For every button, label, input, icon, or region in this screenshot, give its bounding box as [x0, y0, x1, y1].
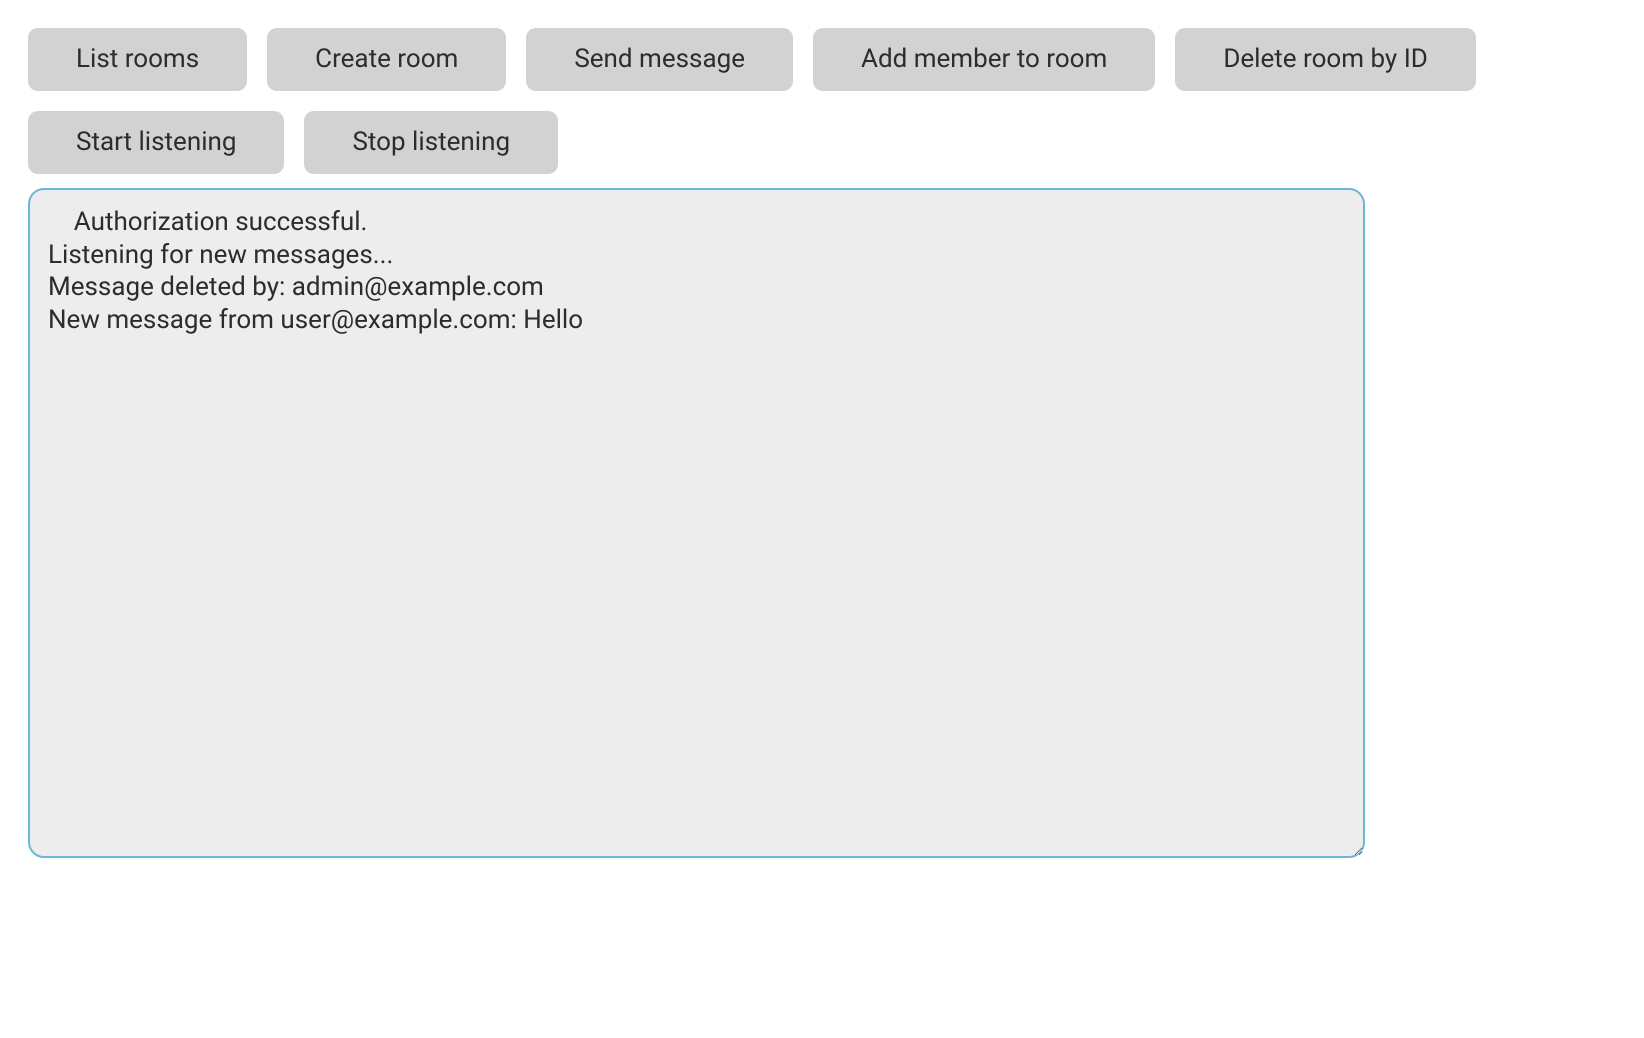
send-message-button[interactable]: Send message	[526, 28, 793, 91]
start-listening-button[interactable]: Start listening	[28, 111, 284, 174]
create-room-button[interactable]: Create room	[267, 28, 506, 91]
delete-room-button[interactable]: Delete room by ID	[1175, 28, 1476, 91]
log-output[interactable]	[28, 188, 1365, 858]
add-member-button[interactable]: Add member to room	[813, 28, 1155, 91]
button-toolbar: List rooms Create room Send message Add …	[28, 28, 1616, 174]
list-rooms-button[interactable]: List rooms	[28, 28, 247, 91]
stop-listening-button[interactable]: Stop listening	[304, 111, 558, 174]
